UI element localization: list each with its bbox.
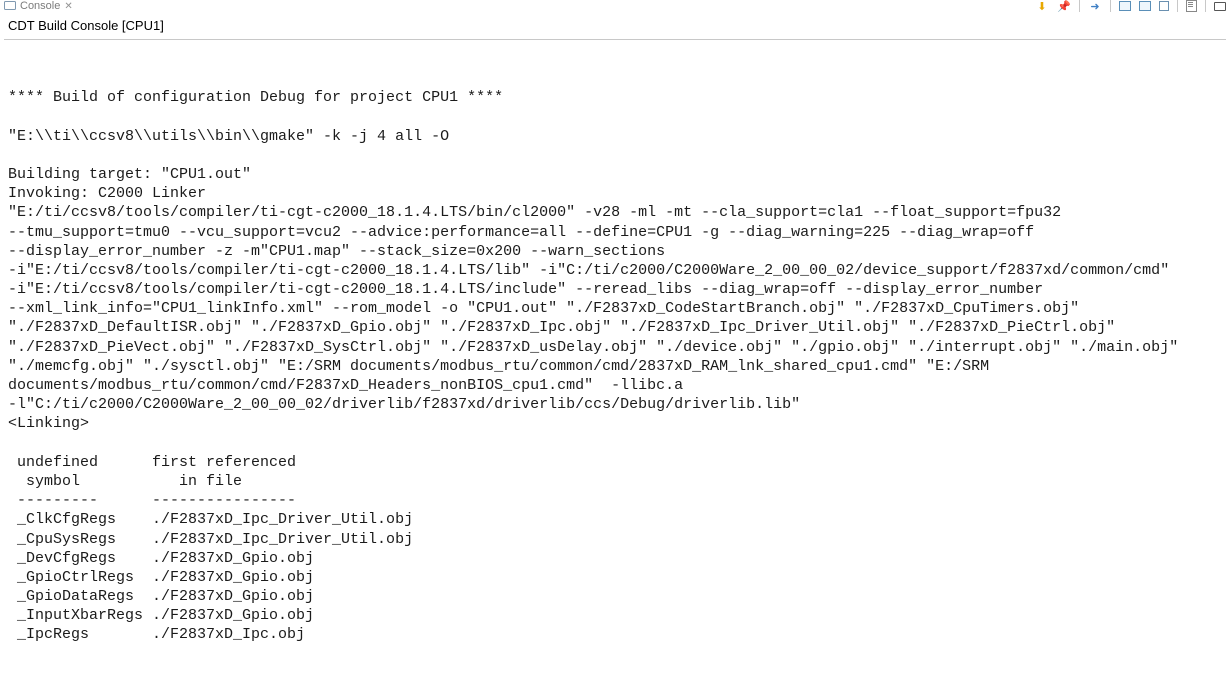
toolbar-separator	[1177, 0, 1178, 12]
console-tab[interactable]: Console ✕	[4, 0, 73, 12]
console-select-icon[interactable]	[1159, 1, 1169, 11]
display-selected-icon[interactable]	[1119, 1, 1131, 11]
build-console-output[interactable]: **** Build of configuration Debug for pr…	[0, 55, 1230, 653]
console-icon	[4, 1, 16, 11]
pin-icon[interactable]: 📌	[1057, 0, 1071, 12]
scroll-lock-icon[interactable]: ⬇	[1035, 0, 1049, 12]
title-divider	[4, 39, 1226, 40]
toolbar-separator	[1110, 0, 1111, 12]
console-title: CDT Build Console [CPU1]	[0, 12, 1230, 37]
console-tab-label: Console	[20, 0, 60, 12]
close-icon[interactable]: ✕	[64, 1, 72, 12]
view-toolbar: Console ✕ ⬇ 📌 ➜	[0, 0, 1230, 12]
new-console-icon[interactable]	[1186, 0, 1197, 12]
clear-console-icon[interactable]	[1139, 1, 1151, 11]
console-title-label: CDT Build Console [CPU1]	[8, 18, 164, 33]
show-console-icon[interactable]	[1214, 2, 1226, 11]
toolbar-separator	[1079, 0, 1080, 12]
toolbar-separator	[1205, 0, 1206, 12]
open-console-icon[interactable]: ➜	[1088, 0, 1102, 12]
